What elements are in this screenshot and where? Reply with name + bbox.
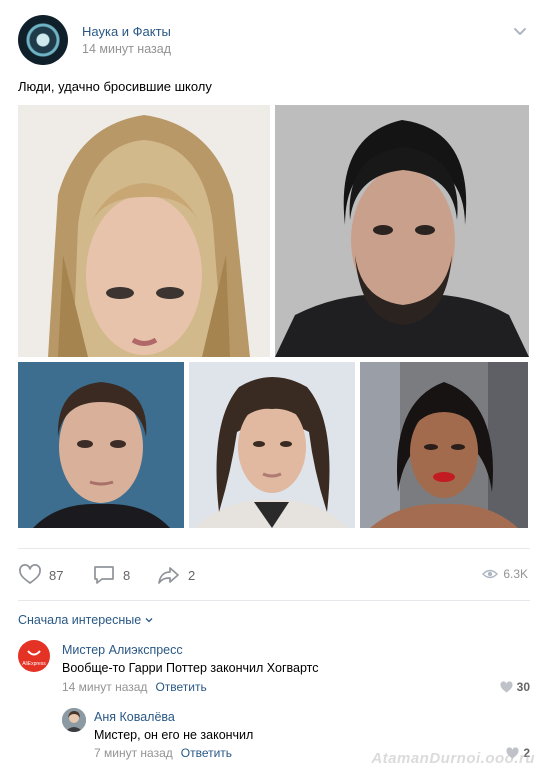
chevron-down-icon[interactable] (512, 23, 528, 39)
post-photo-1[interactable] (18, 105, 270, 357)
group-name-link[interactable]: Наука и Факты (82, 24, 171, 39)
post-header: Наука и Факты 14 минут назад (18, 15, 530, 65)
commenter-avatar[interactable]: AliExpress (18, 640, 50, 672)
views-counter: 6.3K (482, 566, 528, 582)
comments-divider (18, 600, 530, 601)
aliexpress-logo-text: AliExpress (22, 661, 46, 667)
comment-author[interactable]: Мистер Алиэкспресс (62, 643, 183, 657)
post-time[interactable]: 14 минут назад (82, 42, 171, 56)
comments-sort-label: Сначала интересные (18, 613, 142, 627)
post-photo-3[interactable] (18, 362, 184, 528)
comments-sort-dropdown[interactable]: Сначала интересные (18, 613, 154, 627)
eye-icon (482, 569, 499, 579)
comment-icon (94, 566, 114, 584)
like-button[interactable]: 87 (18, 563, 63, 587)
comment-time[interactable]: 7 минут назад (94, 746, 173, 760)
comment-time[interactable]: 14 минут назад (62, 680, 147, 694)
comment-meta: 7 минут назад Ответить (94, 746, 232, 760)
comment-item: AliExpress Мистер Алиэкспресс Вообще-то … (18, 640, 530, 696)
comment-author[interactable]: Аня Ковалёва (94, 710, 175, 724)
comment-text: Вообще-то Гарри Поттер закончил Хогвартс (62, 661, 319, 675)
comment-text: Мистер, он его не закончил (94, 728, 254, 742)
share-button[interactable]: 2 (157, 563, 195, 587)
chevron-down-icon (145, 618, 153, 623)
post-photo-4[interactable] (189, 362, 355, 528)
comment-button[interactable]: 8 (92, 563, 130, 587)
post-photo-2[interactable] (275, 105, 529, 357)
post-photo-5[interactable] (360, 362, 528, 528)
share-count: 2 (188, 567, 196, 583)
heart-icon (500, 681, 513, 693)
reply-button[interactable]: Ответить (155, 680, 206, 694)
comment-count: 8 (123, 567, 131, 583)
reply-button[interactable]: Ответить (181, 746, 232, 760)
watermark: AtamanDurnoi.ooo.ru (371, 750, 535, 767)
views-count: 6.3K (503, 567, 528, 581)
post-text: Люди, удачно бросившие школу (18, 79, 212, 94)
comment-meta: 14 минут назад Ответить (62, 680, 207, 694)
comment-like-count: 30 (516, 680, 530, 694)
share-icon (158, 567, 179, 584)
post-divider (18, 548, 530, 549)
commenter-avatar[interactable] (62, 708, 86, 732)
group-avatar[interactable] (18, 15, 68, 65)
like-count: 87 (49, 567, 64, 583)
heart-icon (19, 564, 41, 584)
comment-like-button[interactable]: 30 (500, 680, 530, 694)
